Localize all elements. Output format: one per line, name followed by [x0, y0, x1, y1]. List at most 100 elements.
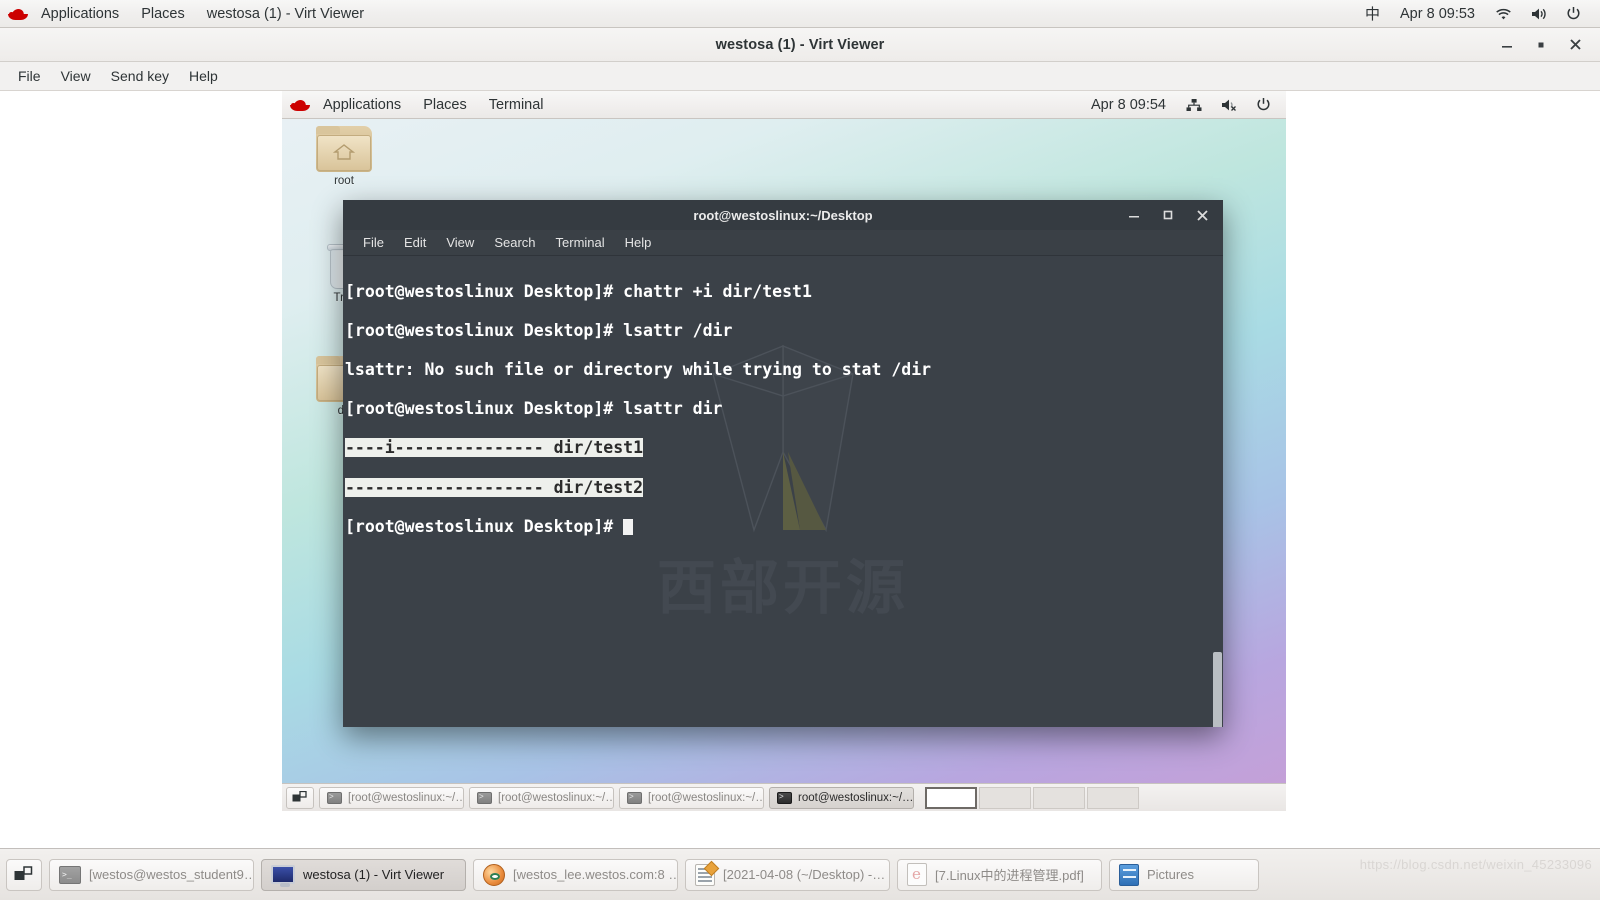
- vm-task-button[interactable]: [root@westoslinux:~/…: [469, 786, 614, 809]
- vv-menu-file[interactable]: File: [8, 62, 51, 90]
- network-icon[interactable]: [1177, 91, 1211, 118]
- terminal-menu-terminal[interactable]: Terminal: [546, 235, 615, 250]
- terminal-window-buttons: [1117, 200, 1219, 230]
- vm-task-label: [root@westoslinux:~/…: [648, 791, 764, 804]
- terminal-icon: [777, 791, 792, 804]
- terminal-output: [root@westoslinux Desktop]# chattr +i di…: [345, 262, 1215, 556]
- vm-desktop[interactable]: root Trash dir root@w: [282, 119, 1286, 783]
- volume-icon[interactable]: [1521, 0, 1557, 27]
- host-task-button[interactable]: [westos@westos_student9…: [49, 858, 254, 891]
- home-folder-icon: [316, 126, 372, 172]
- vm-menu-places[interactable]: Places: [412, 91, 478, 118]
- terminal-line: [root@westoslinux Desktop]# lsattr /dir: [345, 320, 733, 340]
- vm-top-panel: Applications Places Terminal Apr 8 09:54: [282, 91, 1286, 119]
- vm-clock[interactable]: Apr 8 09:54: [1080, 91, 1177, 118]
- terminal-line-selected: ----i--------------- dir/test1: [345, 438, 644, 458]
- terminal-icon: [477, 791, 492, 804]
- input-method-indicator[interactable]: 中: [1356, 0, 1389, 27]
- vm-menu-applications[interactable]: Applications: [312, 91, 412, 118]
- vm-panel-right: Apr 8 09:54: [1080, 91, 1286, 118]
- vm-power-icon[interactable]: [1247, 91, 1280, 118]
- terminal-icon: [59, 865, 81, 884]
- terminal-maximize-button[interactable]: [1151, 200, 1185, 230]
- pdf-icon: [907, 863, 927, 886]
- host-panel-right: 中 Apr 8 09:53: [1356, 0, 1600, 27]
- terminal-title: root@westoslinux:~/Desktop: [693, 207, 873, 223]
- virt-viewer-titlebar: westosa (1) - Virt Viewer: [0, 28, 1600, 62]
- close-button[interactable]: [1558, 28, 1592, 62]
- host-menu-places[interactable]: Places: [130, 0, 196, 27]
- host-active-window-title[interactable]: westosa (1) - Virt Viewer: [196, 0, 375, 27]
- terminal-menubar: File Edit View Search Terminal Help: [343, 230, 1223, 256]
- terminal-line-selected: -------------------- dir/test2: [345, 477, 644, 497]
- host-task-label: [westos_lee.westos.com:8 …: [513, 867, 678, 882]
- host-task-label: [2021-04-08 (~/Desktop) -…: [723, 867, 886, 882]
- virt-viewer-title: westosa (1) - Virt Viewer: [715, 36, 885, 53]
- files-icon: [1119, 863, 1139, 886]
- vm-task-label: [root@westoslinux:~/…: [498, 791, 614, 804]
- host-task-button[interactable]: [westos_lee.westos.com:8 …: [473, 858, 678, 891]
- terminal-window[interactable]: root@westoslinux:~/Desktop File Edit Vie…: [343, 200, 1223, 727]
- workspace-1[interactable]: [925, 786, 977, 809]
- minimize-button[interactable]: [1490, 28, 1524, 62]
- host-task-button[interactable]: Pictures: [1109, 858, 1259, 891]
- terminal-cursor: [623, 518, 634, 535]
- terminal-menu-search[interactable]: Search: [484, 235, 545, 250]
- terminal-minimize-button[interactable]: [1117, 200, 1151, 230]
- vm-task-button[interactable]: [root@westoslinux:~/…: [319, 786, 464, 809]
- workspace-switcher[interactable]: [925, 786, 1139, 809]
- terminal-line-prompt: [root@westoslinux Desktop]#: [345, 516, 624, 536]
- vv-menu-help[interactable]: Help: [179, 62, 228, 90]
- host-menu-applications[interactable]: Applications: [30, 0, 130, 27]
- notes-icon: [695, 863, 715, 886]
- terminal-scrollbar-thumb[interactable]: [1213, 652, 1222, 727]
- workspace-2[interactable]: [979, 786, 1031, 809]
- host-task-label: [7.Linux中的进程管理.pdf]: [935, 868, 1084, 883]
- host-task-button[interactable]: [2021-04-08 (~/Desktop) -…: [685, 858, 890, 891]
- vv-menu-view[interactable]: View: [51, 62, 101, 90]
- vm-task-button-active[interactable]: root@westoslinux:~/…: [769, 786, 914, 809]
- volume-muted-icon[interactable]: [1211, 91, 1247, 118]
- vv-menu-send-key[interactable]: Send key: [101, 62, 179, 90]
- terminal-menu-help[interactable]: Help: [615, 235, 662, 250]
- host-clock[interactable]: Apr 8 09:53: [1389, 0, 1486, 27]
- terminal-line: [root@westoslinux Desktop]# lsattr dir: [345, 399, 723, 419]
- host-task-label: [westos@westos_student9…: [89, 867, 254, 882]
- wifi-icon[interactable]: [1486, 0, 1521, 27]
- monitor-icon: [271, 865, 295, 887]
- blog-watermark: https://blog.csdn.net/weixin_45233096: [1359, 857, 1592, 872]
- vm-screen[interactable]: Applications Places Terminal Apr 8 09:54: [282, 91, 1286, 811]
- host-task-label: westosa (1) - Virt Viewer: [303, 867, 445, 882]
- power-icon[interactable]: [1557, 0, 1590, 27]
- terminal-menu-file[interactable]: File: [353, 235, 394, 250]
- workspace-4[interactable]: [1087, 786, 1139, 809]
- browser-icon: [483, 863, 505, 886]
- host-taskbar: [westos@westos_student9… westosa (1) - V…: [0, 848, 1600, 900]
- vm-menu-terminal[interactable]: Terminal: [478, 91, 555, 118]
- host-task-button-active[interactable]: westosa (1) - Virt Viewer: [261, 858, 466, 891]
- virt-viewer-canvas: Applications Places Terminal Apr 8 09:54: [0, 91, 1600, 848]
- workspace-3[interactable]: [1033, 786, 1085, 809]
- terminal-close-button[interactable]: [1185, 200, 1219, 230]
- terminal-line: [root@westoslinux Desktop]# chattr +i di…: [345, 281, 812, 301]
- vm-show-desktop-button[interactable]: [286, 786, 314, 809]
- terminal-icon: [627, 791, 642, 804]
- desktop-icon-root[interactable]: root: [306, 126, 382, 187]
- virt-viewer-window-buttons: [1490, 28, 1592, 61]
- virt-viewer-menubar: File View Send key Help: [0, 62, 1600, 91]
- screen-root: Applications Places westosa (1) - Virt V…: [0, 0, 1600, 900]
- vm-task-button[interactable]: [root@westoslinux:~/…: [619, 786, 764, 809]
- terminal-line: lsattr: No such file or directory while …: [345, 359, 932, 379]
- redhat-logo-icon: [8, 6, 28, 22]
- terminal-menu-edit[interactable]: Edit: [394, 235, 436, 250]
- host-task-button[interactable]: [7.Linux中的进程管理.pdf]: [897, 858, 1102, 891]
- maximize-button[interactable]: [1524, 28, 1558, 62]
- terminal-menu-view[interactable]: View: [436, 235, 484, 250]
- vm-taskbar: [root@westoslinux:~/… [root@westoslinux:…: [282, 783, 1286, 811]
- terminal-icon: [327, 791, 342, 804]
- vm-redhat-logo-icon: [290, 97, 310, 113]
- terminal-scrollbar[interactable]: [1212, 312, 1223, 727]
- terminal-screen[interactable]: 西部开源 [root@westoslinux Desktop]# chattr …: [343, 256, 1223, 727]
- host-show-desktop-button[interactable]: [6, 858, 42, 891]
- vm-task-label: [root@westoslinux:~/…: [348, 791, 464, 804]
